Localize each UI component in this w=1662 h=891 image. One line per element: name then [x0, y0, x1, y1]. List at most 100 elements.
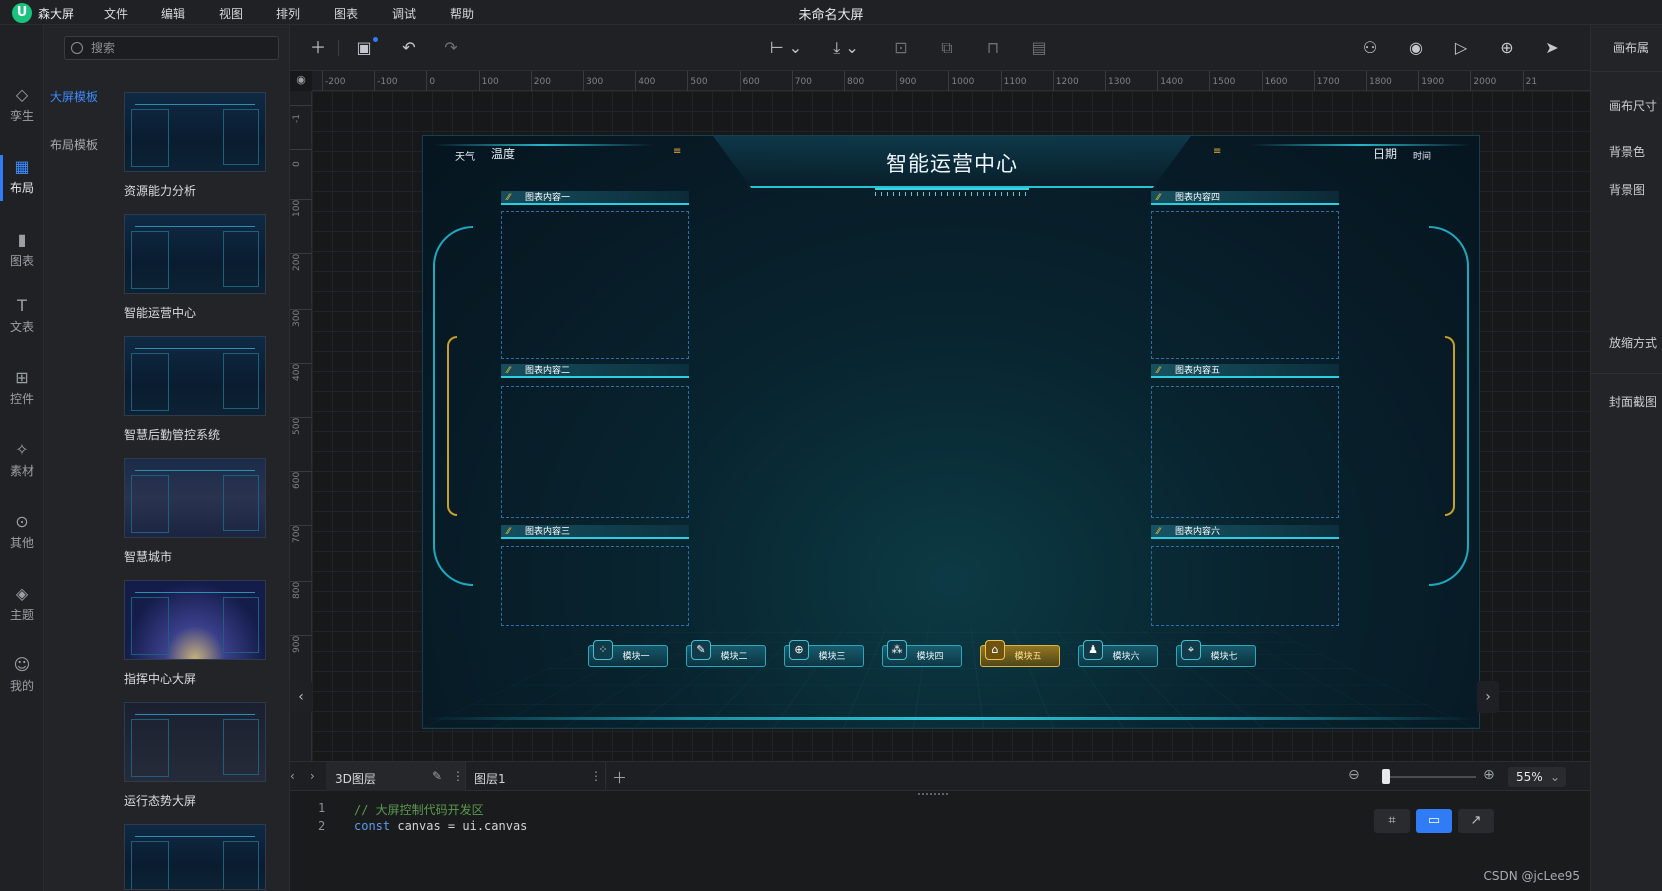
location-icon: ⌖ [1181, 640, 1201, 660]
tab-canvas-properties[interactable]: 画布属 [1613, 39, 1649, 56]
chart-placeholder[interactable] [1151, 386, 1339, 518]
eye-icon[interactable]: ◉ [292, 73, 310, 89]
menu-help[interactable]: 帮助 [450, 5, 474, 22]
module-button-7[interactable]: ⌖ 模块七 [1176, 640, 1256, 667]
align-icon[interactable]: ⊢ ⌄ [766, 37, 806, 59]
panel-title[interactable]: ⁄⁄ 图表内容六 [1151, 525, 1339, 539]
rail-item-mine[interactable]: ☺ 我的 [0, 645, 44, 707]
template-card[interactable]: 运行态势大屏 [124, 702, 266, 809]
resize-handle[interactable] [918, 793, 948, 795]
template-card[interactable]: 资源能力分析 [124, 92, 266, 199]
play-icon[interactable]: ▷ [1450, 37, 1472, 59]
big-screen-canvas[interactable]: 智能运营中心 天气 温度 日期 时间 ≡ ≡ ⁄⁄ 图表内容一 ⁄⁄ 图表内容二 ⁄… [422, 135, 1480, 729]
template-name: 运行态势大屏 [124, 794, 197, 808]
add-icon[interactable]: ＋ [307, 37, 329, 59]
ruler-tick [1157, 71, 1159, 91]
user-icon[interactable]: ⚇ [1359, 37, 1381, 59]
zoom-in-icon[interactable]: ⊕ [1483, 767, 1495, 783]
ruler-label: 100 [292, 199, 302, 217]
panel-title[interactable]: ⁄⁄ 图表内容二 [501, 364, 689, 378]
template-card[interactable]: 智慧后勤管控系统 [124, 336, 266, 443]
scroll-left-button[interactable]: ‹ [290, 681, 312, 713]
canvas-workspace[interactable]: -200 -100 0 100 200 300 400 500 600 700 800 900 1000… [290, 71, 1590, 761]
ruler-label: -200 [325, 77, 346, 87]
doc-icon[interactable]: ▤ [1028, 37, 1050, 59]
bars-icon: ⁄⁄ [1157, 527, 1161, 537]
rail-item-chart[interactable]: ▮ 图表 [0, 220, 44, 282]
zoom-select[interactable]: 55% ⌄ [1508, 767, 1566, 787]
lock-icon[interactable]: ⊓ [982, 37, 1004, 59]
hierarchy-icon[interactable]: ⌗ [1374, 809, 1410, 833]
rail-label: 我的 [9, 679, 34, 693]
save-icon[interactable]: ▣ [353, 37, 375, 59]
template-name: 资源能力分析 [124, 184, 197, 198]
layout-icon: ▦ [14, 157, 30, 176]
panel-title[interactable]: ⁄⁄ 图表内容四 [1151, 191, 1339, 205]
module-button-1[interactable]: ⁘ 模块一 [588, 640, 668, 667]
template-card[interactable]: 指挥中心大屏 [124, 580, 266, 687]
ruler-label: 21 [1525, 77, 1538, 87]
search-input[interactable]: 搜索 [64, 36, 279, 60]
undo-icon[interactable]: ↶ [398, 37, 420, 59]
ruler-label: 1600 [1264, 77, 1288, 87]
panel-title[interactable]: ⁄⁄ 图表内容一 [501, 191, 689, 205]
add-layer-icon[interactable]: ＋ [612, 767, 627, 788]
rail-item-material[interactable]: ✧ 素材 [0, 430, 44, 492]
panel-title[interactable]: ⁄⁄ 图表内容三 [501, 525, 689, 539]
menu-arrange[interactable]: 排列 [276, 5, 300, 22]
menu-file[interactable]: 文件 [104, 5, 128, 22]
download-icon[interactable]: ⤓ ⌄ [826, 37, 866, 59]
ungroup-icon[interactable]: ⧉ [936, 37, 958, 59]
menu-edit[interactable]: 编辑 [161, 5, 185, 22]
text-icon: T [17, 296, 27, 315]
chart-placeholder[interactable] [501, 211, 689, 359]
panel-title[interactable]: ⁄⁄ 图表内容五 [1151, 364, 1339, 378]
module-button-5[interactable]: ⌂ 模块五 [980, 640, 1060, 667]
menu-view[interactable]: 视图 [219, 5, 243, 22]
redo-icon[interactable]: ↷ [440, 37, 462, 59]
zoom-out-icon[interactable]: ⊖ [1348, 767, 1360, 783]
terminal-icon[interactable]: ▭ [1416, 809, 1452, 833]
template-card[interactable]: 智能运营中心 [124, 214, 266, 321]
template-card[interactable] [124, 824, 266, 890]
chart-placeholder[interactable] [1151, 546, 1339, 626]
tab-layout-templates[interactable]: 布局模板 [50, 136, 98, 153]
chart-placeholder[interactable] [501, 546, 689, 626]
module-button-4[interactable]: ⁂ 模块四 [882, 640, 962, 667]
more-vert-icon[interactable]: ⋮ [452, 769, 464, 783]
template-card[interactable]: 智慧城市 [124, 458, 266, 565]
rail-item-widget[interactable]: ⊞ 控件 [0, 358, 44, 420]
rail-item-twin[interactable]: ◇ 孪生 [0, 75, 44, 137]
module-button-3[interactable]: ⊕ 模块三 [784, 640, 864, 667]
zoom-slider-handle[interactable] [1382, 769, 1390, 784]
rail-item-more[interactable]: ⊙ 其他 [0, 502, 44, 564]
chart-placeholder[interactable] [1151, 211, 1339, 359]
camera-icon[interactable]: ◉ [1405, 37, 1427, 59]
rail-item-theme[interactable]: ◈ 主题 [0, 574, 44, 636]
pin-icon[interactable]: ✎ [432, 769, 442, 783]
menu-chart[interactable]: 图表 [334, 5, 358, 22]
module-button-6[interactable]: ♟ 模块六 [1078, 640, 1158, 667]
scroll-right-button[interactable]: › [1477, 681, 1499, 713]
zoom-slider-track[interactable] [1386, 776, 1476, 778]
ruler-label: 800 [292, 581, 302, 599]
group-icon[interactable]: ⊡ [890, 37, 912, 59]
ruler-tick [1000, 71, 1002, 91]
menu-debug[interactable]: 调试 [392, 5, 416, 22]
menu-bar: U 森大屏 文件 编辑 视图 排列 图表 调试 帮助 未命名大屏 [0, 0, 1662, 25]
chevron-right-icon[interactable]: › [310, 769, 315, 783]
external-link-icon[interactable]: ↗ [1458, 809, 1494, 833]
module-button-2[interactable]: ✎ 模块二 [686, 640, 766, 667]
rail-item-text[interactable]: T 文表 [0, 286, 44, 348]
more-vert-icon[interactable]: ⋮ [590, 769, 602, 783]
code-editor[interactable]: 1 // 大屏控制代码开发区 2 const canvas = ui.canva… [290, 791, 1590, 891]
tab-screen-templates[interactable]: 大屏模板 [50, 88, 98, 105]
chevron-left-icon[interactable]: ‹ [290, 769, 295, 783]
ruler-tick [1522, 71, 1524, 91]
upload-icon[interactable]: ⊕ [1496, 37, 1518, 59]
ruler-tick [844, 71, 845, 91]
chart-placeholder[interactable] [501, 386, 689, 518]
rail-item-layout[interactable]: ▦ 布局 [0, 147, 44, 209]
send-icon[interactable]: ➤ [1541, 37, 1563, 59]
ruler-tick [374, 71, 376, 91]
